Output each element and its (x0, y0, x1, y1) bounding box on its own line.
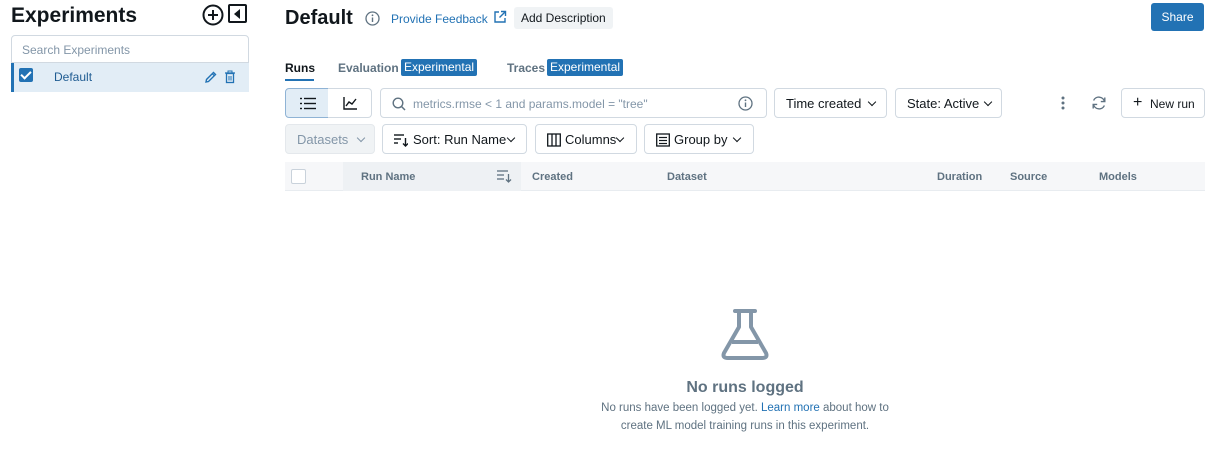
tab-runs[interactable]: Runs (285, 61, 315, 75)
search-experiments-input[interactable]: Search Experiments (11, 35, 249, 63)
sidebar-collapse-icon[interactable] (228, 4, 247, 23)
share-button[interactable]: Share (1151, 3, 1204, 31)
new-run-button[interactable]: + New run (1121, 88, 1205, 118)
experiments-sidebar: Experiments Search Experiments Default (0, 0, 260, 461)
chart-view-toggle[interactable] (328, 88, 372, 118)
search-icon (392, 97, 406, 111)
datasets-label: Datasets (297, 132, 349, 147)
empty-state-description: No runs have been logged yet. Learn more… (500, 402, 990, 414)
add-description-button[interactable]: Add Description (514, 7, 613, 29)
state-filter-dropdown[interactable]: State: Active (895, 88, 1002, 118)
empty-text-before: No runs have been logged yet. (601, 402, 761, 414)
experiment-label: Default (54, 70, 93, 84)
chart-icon (343, 97, 357, 110)
column-header-created[interactable]: Created (532, 171, 573, 183)
new-run-label: New run (1150, 97, 1195, 111)
column-header-run-name[interactable]: Run Name (361, 171, 415, 183)
state-label: State: Active (907, 96, 980, 111)
runs-search-input[interactable]: metrics.rmse < 1 and params.model = "tre… (380, 88, 767, 118)
external-link-icon[interactable] (493, 10, 507, 24)
time-created-label: Time created (786, 96, 862, 111)
trash-icon[interactable] (224, 70, 236, 84)
columns-label: Columns (565, 132, 617, 147)
sidebar-title: Experiments (11, 4, 138, 27)
columns-dropdown[interactable]: Columns (535, 124, 637, 154)
pencil-icon[interactable] (204, 70, 218, 84)
chevron-down-icon (983, 97, 993, 107)
list-icon (300, 97, 316, 110)
chevron-down-icon (356, 133, 366, 143)
select-all-checkbox[interactable] (291, 169, 306, 184)
active-tab-indicator (285, 79, 314, 81)
provide-feedback-link[interactable]: Provide Feedback (391, 12, 488, 26)
empty-state-title: No runs logged (686, 379, 804, 396)
group-icon (656, 133, 670, 147)
experimental-badge: Experimental (401, 59, 478, 76)
list-view-toggle[interactable] (285, 88, 329, 118)
column-header-models[interactable]: Models (1099, 171, 1137, 183)
time-created-dropdown[interactable]: Time created (774, 88, 887, 118)
columns-icon (547, 133, 561, 147)
tab-evaluation[interactable]: Evaluation (338, 61, 399, 75)
info-icon[interactable] (738, 96, 753, 111)
search-placeholder: metrics.rmse < 1 and params.model = "tre… (413, 97, 648, 111)
kebab-icon[interactable] (1061, 96, 1065, 110)
chevron-down-icon (732, 133, 742, 143)
experimental-badge: Experimental (547, 59, 624, 76)
group-by-label: Group by (674, 132, 728, 147)
flask-icon (721, 309, 769, 360)
chevron-down-icon (867, 97, 877, 107)
column-header-duration[interactable]: Duration (937, 171, 982, 183)
experiment-item-default[interactable]: Default (11, 63, 249, 92)
info-icon[interactable] (365, 11, 380, 26)
page-title: Default (285, 7, 353, 29)
plus-circle-icon[interactable] (202, 4, 224, 26)
empty-text-after: about how to (819, 402, 889, 414)
chevron-down-icon (615, 133, 625, 143)
group-by-dropdown[interactable]: Group by (644, 124, 754, 154)
chevron-down-icon (506, 133, 516, 143)
sort-dropdown[interactable]: Sort: Run Name (382, 124, 527, 154)
sort-icon[interactable] (497, 169, 512, 183)
empty-state-description-line2: create ML model training runs in this ex… (620, 420, 870, 432)
sort-label: Sort: Run Name (413, 132, 507, 147)
refresh-icon[interactable] (1091, 95, 1107, 111)
column-header-dataset[interactable]: Dataset (667, 171, 707, 183)
column-header-source[interactable]: Source (1010, 171, 1047, 183)
tab-traces[interactable]: Traces (507, 61, 545, 75)
learn-more-link[interactable]: Learn more (761, 402, 820, 414)
datasets-dropdown[interactable]: Datasets (285, 124, 375, 154)
runs-table-header: Run Name Created Dataset Duration Source… (285, 162, 1205, 191)
plus-icon: + (1133, 94, 1143, 111)
sort-icon (394, 134, 408, 147)
experiment-checkbox[interactable] (19, 68, 33, 82)
